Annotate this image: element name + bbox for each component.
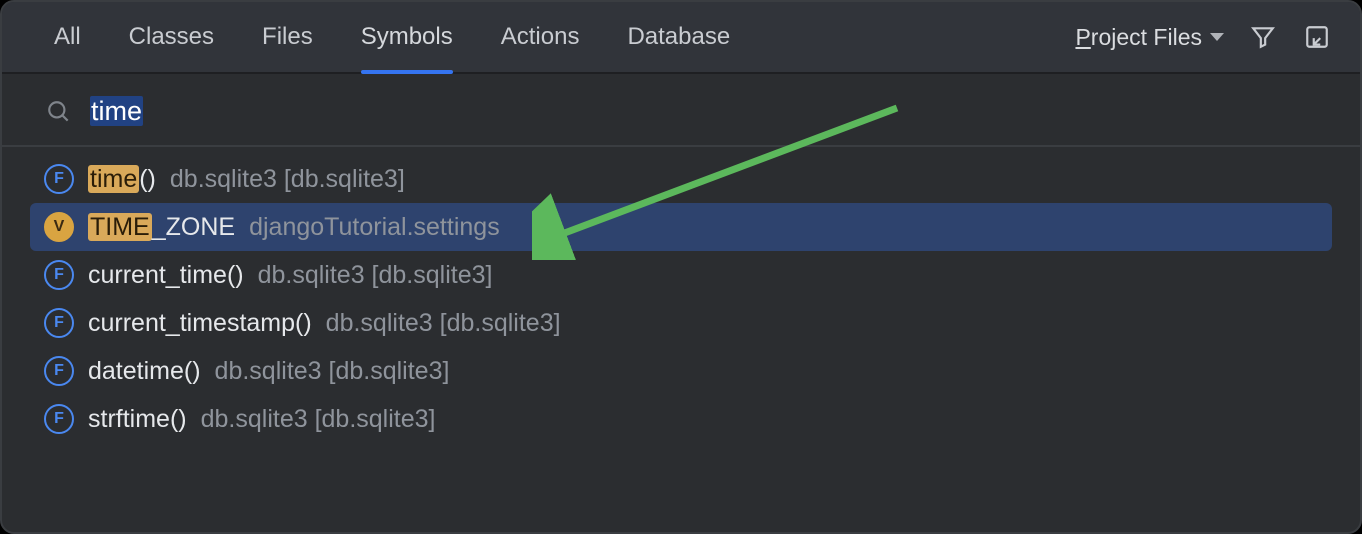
scope-selector[interactable]: Project Files: [1075, 24, 1224, 51]
tab-all[interactable]: All: [54, 2, 81, 72]
result-row[interactable]: Ftime() db.sqlite3 [db.sqlite3]: [2, 155, 1360, 203]
result-context: db.sqlite3 [db.sqlite3]: [326, 309, 561, 338]
open-in-window-button[interactable]: [1302, 22, 1332, 52]
result-context: db.sqlite3 [db.sqlite3]: [201, 405, 436, 434]
result-context: db.sqlite3 [db.sqlite3]: [170, 165, 405, 194]
variable-kind-icon: V: [44, 212, 74, 242]
tab-symbols[interactable]: Symbols: [361, 2, 453, 72]
search-icon: [46, 99, 72, 125]
tab-database[interactable]: Database: [627, 2, 730, 72]
result-context: db.sqlite3 [db.sqlite3]: [215, 357, 450, 386]
search-input[interactable]: time: [90, 96, 143, 127]
funnel-icon: [1250, 24, 1276, 50]
tab-classes[interactable]: Classes: [129, 2, 214, 72]
tab-files[interactable]: Files: [262, 2, 313, 72]
result-name: current_timestamp(): [88, 309, 312, 338]
search-input-text: time: [90, 96, 143, 126]
tab-actions[interactable]: Actions: [501, 2, 580, 72]
function-kind-icon: F: [44, 164, 74, 194]
tab-strip: All Classes Files Symbols Actions Database: [54, 2, 730, 72]
function-kind-icon: F: [44, 356, 74, 386]
result-row[interactable]: Fcurrent_time() db.sqlite3 [db.sqlite3]: [2, 251, 1360, 299]
header-bar: All Classes Files Symbols Actions Database Pr…: [2, 2, 1360, 74]
result-name: TIME_ZONE: [88, 213, 235, 242]
result-row[interactable]: Fcurrent_timestamp() db.sqlite3 [db.sqlit…: [2, 299, 1360, 347]
result-row[interactable]: V TIME_ZONE djangoTutorial.settings: [30, 203, 1332, 251]
function-kind-icon: F: [44, 404, 74, 434]
result-row[interactable]: Fstrftime() db.sqlite3 [db.sqlite3]: [2, 395, 1360, 443]
result-name: datetime(): [88, 357, 201, 386]
result-row[interactable]: Fdatetime() db.sqlite3 [db.sqlite3]: [2, 347, 1360, 395]
function-kind-icon: F: [44, 308, 74, 338]
scope-label: Project Files: [1075, 24, 1202, 51]
chevron-down-icon: [1210, 33, 1224, 41]
result-name: current_time(): [88, 261, 244, 290]
search-row: time: [2, 74, 1360, 147]
result-context: djangoTutorial.settings: [249, 213, 500, 242]
search-everywhere-popup: All Classes Files Symbols Actions Database Pr…: [0, 0, 1362, 534]
filter-button[interactable]: [1248, 22, 1278, 52]
header-right-controls: Project Files: [1075, 22, 1332, 52]
results-list: Ftime() db.sqlite3 [db.sqlite3] V TIME_ZONE…: [2, 147, 1360, 443]
result-name: strftime(): [88, 405, 187, 434]
result-context: db.sqlite3 [db.sqlite3]: [258, 261, 493, 290]
result-name: time(): [88, 165, 156, 194]
function-kind-icon: F: [44, 260, 74, 290]
expand-window-icon: [1304, 24, 1330, 50]
